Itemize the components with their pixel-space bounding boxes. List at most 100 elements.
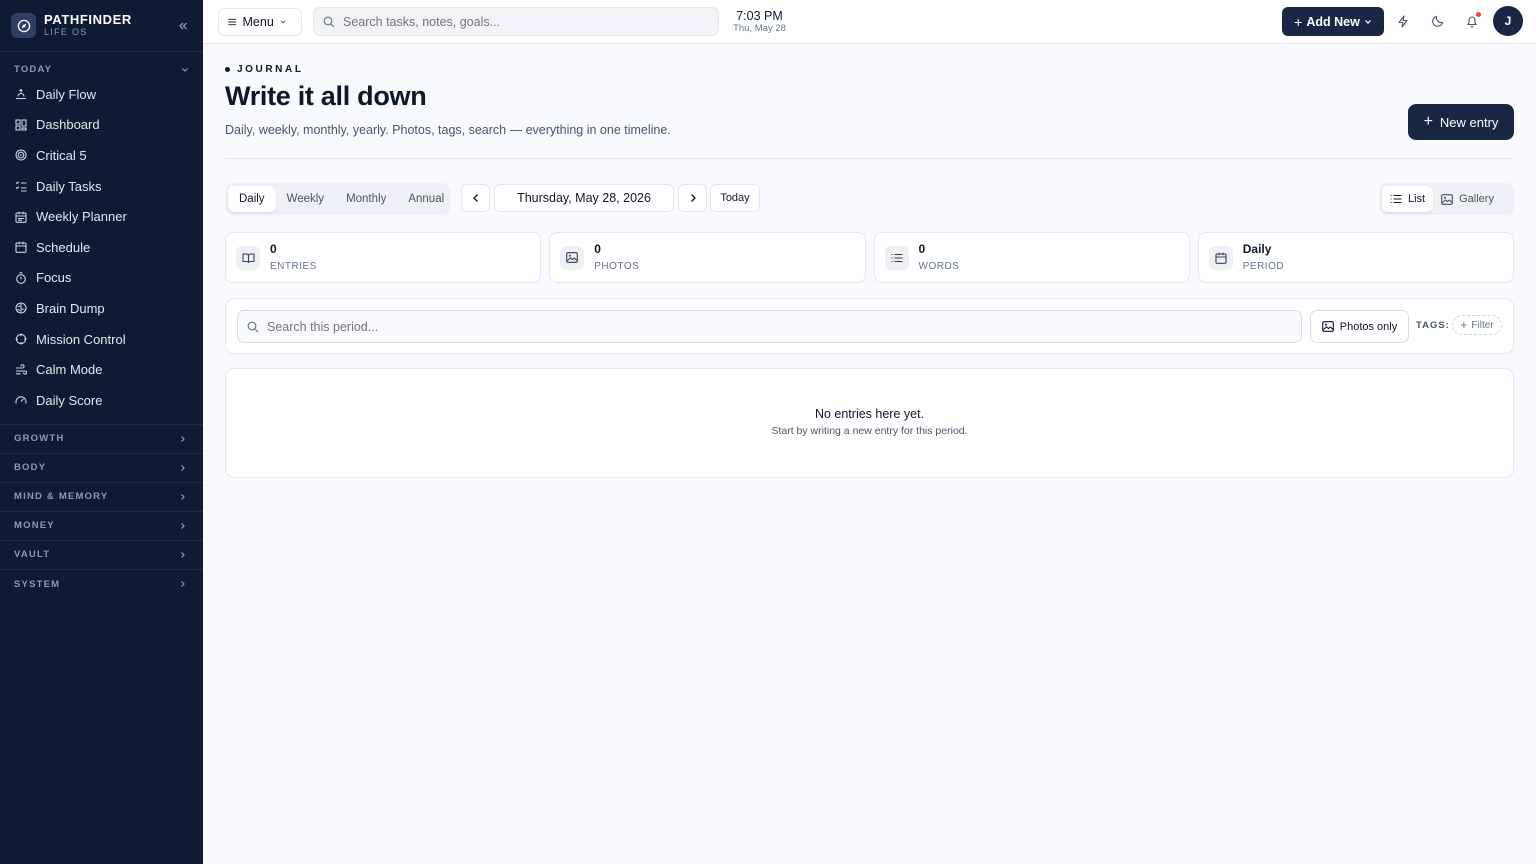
- previous-period-button[interactable]: [461, 184, 490, 212]
- photos-only-toggle[interactable]: Photos only: [1310, 310, 1409, 343]
- stat-value: 0: [270, 242, 277, 256]
- brain-icon: [15, 302, 27, 315]
- tab-annual[interactable]: Annual: [397, 186, 455, 212]
- section-today-label: TODAY: [14, 64, 53, 75]
- section-system[interactable]: SYSTEM: [0, 570, 203, 599]
- chevron-down-icon: [182, 67, 188, 72]
- sidebar-item-label: Weekly Planner: [36, 209, 127, 225]
- gauge-icon: [15, 396, 27, 404]
- sidebar-item-brain-dump[interactable]: Brain Dump: [0, 293, 203, 324]
- collapse-sidebar-icon[interactable]: [175, 18, 191, 34]
- lightning-icon[interactable]: [1395, 13, 1411, 29]
- section-growth[interactable]: GROWTH: [0, 425, 203, 454]
- sidebar-item-label: Daily Score: [36, 392, 103, 408]
- sidebar: PATHFINDER LIFE OS TODAY Daily Flow Dash…: [0, 0, 203, 864]
- image-icon: [1441, 193, 1453, 205]
- gallery-view-label: Gallery: [1459, 193, 1494, 205]
- page-subtitle: Daily, weekly, monthly, yearly. Photos, …: [225, 123, 671, 137]
- crosshair-icon: [15, 333, 27, 345]
- chevron-down-icon: [280, 20, 286, 24]
- next-period-button[interactable]: [678, 184, 707, 212]
- section-vault[interactable]: VAULT: [0, 541, 203, 570]
- sidebar-item-mission-control[interactable]: Mission Control: [0, 324, 203, 355]
- bell-icon[interactable]: [1464, 12, 1481, 29]
- period-search-input[interactable]: [267, 319, 1292, 334]
- stat-entries: 0 ENTRIES: [225, 232, 542, 283]
- section-label: GROWTH: [14, 433, 65, 445]
- brand: PATHFINDER LIFE OS: [0, 0, 203, 52]
- sidebar-item-label: Focus: [36, 270, 72, 286]
- clock: 7:03 PM Thu, May 28: [722, 9, 797, 34]
- clock-date: Thu, May 28: [733, 23, 786, 34]
- eyebrow-label: JOURNAL: [237, 64, 304, 75]
- page-eyebrow: JOURNAL: [225, 64, 304, 75]
- list-icon: [884, 245, 909, 270]
- image-icon: [1321, 321, 1334, 332]
- sidebar-item-daily-flow[interactable]: Daily Flow: [0, 79, 203, 110]
- stats-row: 0 ENTRIES 0 PHOTOS 0 WORDS Daily PERIOD: [225, 232, 1514, 283]
- add-tag-filter-button[interactable]: + Filter: [1452, 315, 1502, 335]
- notification-dot: [1476, 12, 1481, 17]
- sidebar-item-label: Calm Mode: [36, 362, 103, 378]
- hamburger-icon: [228, 18, 237, 26]
- calendar-icon: [15, 242, 27, 254]
- search-icon: [323, 16, 335, 27]
- chevron-right-icon: [181, 464, 185, 471]
- sidebar-item-calm-mode[interactable]: Calm Mode: [0, 354, 203, 385]
- sunrise-icon: [16, 89, 26, 100]
- current-date[interactable]: Thursday, May 28, 2026: [494, 184, 674, 212]
- add-new-label: Add New: [1306, 14, 1360, 29]
- tab-weekly[interactable]: Weekly: [276, 186, 336, 212]
- plus-icon: +: [1460, 318, 1468, 332]
- sidebar-item-label: Schedule: [36, 239, 91, 255]
- chevron-down-icon: [1364, 19, 1371, 24]
- section-body[interactable]: BODY: [0, 454, 203, 483]
- list-icon: [1390, 194, 1402, 204]
- sidebar-sections: GROWTH BODY MIND & MEMORY MONEY VAULT SY…: [0, 423, 203, 599]
- today-button[interactable]: Today: [710, 184, 760, 212]
- section-label: MONEY: [14, 520, 55, 532]
- sidebar-item-schedule[interactable]: Schedule: [0, 232, 203, 263]
- filter-chip-label: Filter: [1471, 319, 1494, 331]
- plus-icon: +: [1294, 13, 1303, 30]
- sidebar-item-critical-5[interactable]: Critical 5: [0, 140, 203, 171]
- chevron-right-icon: [690, 194, 696, 202]
- sidebar-item-focus[interactable]: Focus: [0, 263, 203, 294]
- tab-monthly[interactable]: Monthly: [335, 186, 397, 212]
- photos-only-label: Photos only: [1339, 320, 1398, 333]
- avatar[interactable]: J: [1493, 6, 1523, 36]
- sidebar-item-label: Brain Dump: [36, 300, 105, 316]
- grid-icon: [15, 119, 27, 131]
- menu-button[interactable]: Menu: [218, 8, 302, 36]
- new-entry-button[interactable]: + New entry: [1408, 104, 1514, 140]
- sidebar-item-daily-tasks[interactable]: Daily Tasks: [0, 171, 203, 202]
- brand-subtitle: LIFE OS: [44, 27, 88, 37]
- view-toggle: List Gallery: [1379, 183, 1514, 215]
- global-search-input[interactable]: [343, 14, 709, 29]
- moon-icon[interactable]: [1430, 13, 1446, 29]
- add-new-button[interactable]: + Add New: [1282, 7, 1384, 36]
- section-money[interactable]: MONEY: [0, 512, 203, 541]
- sidebar-item-weekly-planner[interactable]: Weekly Planner: [0, 201, 203, 232]
- stat-value: 0: [594, 242, 601, 256]
- divider: [225, 158, 1514, 159]
- brand-name: PATHFINDER: [44, 12, 132, 27]
- section-label: VAULT: [14, 549, 51, 561]
- timer-icon: [16, 272, 26, 284]
- stat-label: WORDS: [918, 261, 960, 272]
- gallery-view-button[interactable]: Gallery: [1433, 186, 1502, 212]
- sidebar-item-label: Mission Control: [36, 331, 126, 347]
- period-search[interactable]: [237, 310, 1302, 343]
- section-today[interactable]: TODAY: [0, 52, 203, 79]
- calendar-icon: [1208, 245, 1233, 270]
- list-view-button[interactable]: List: [1382, 186, 1434, 212]
- page-title: Write it all down: [225, 81, 427, 111]
- global-search[interactable]: [313, 7, 719, 36]
- section-mind-memory[interactable]: MIND & MEMORY: [0, 483, 203, 512]
- plus-icon: +: [1423, 113, 1433, 130]
- tab-daily[interactable]: Daily: [228, 186, 276, 212]
- sidebar-item-dashboard[interactable]: Dashboard: [0, 110, 203, 141]
- search-icon: [247, 321, 259, 332]
- sidebar-item-daily-score[interactable]: Daily Score: [0, 385, 203, 416]
- menu-label: Menu: [242, 15, 274, 29]
